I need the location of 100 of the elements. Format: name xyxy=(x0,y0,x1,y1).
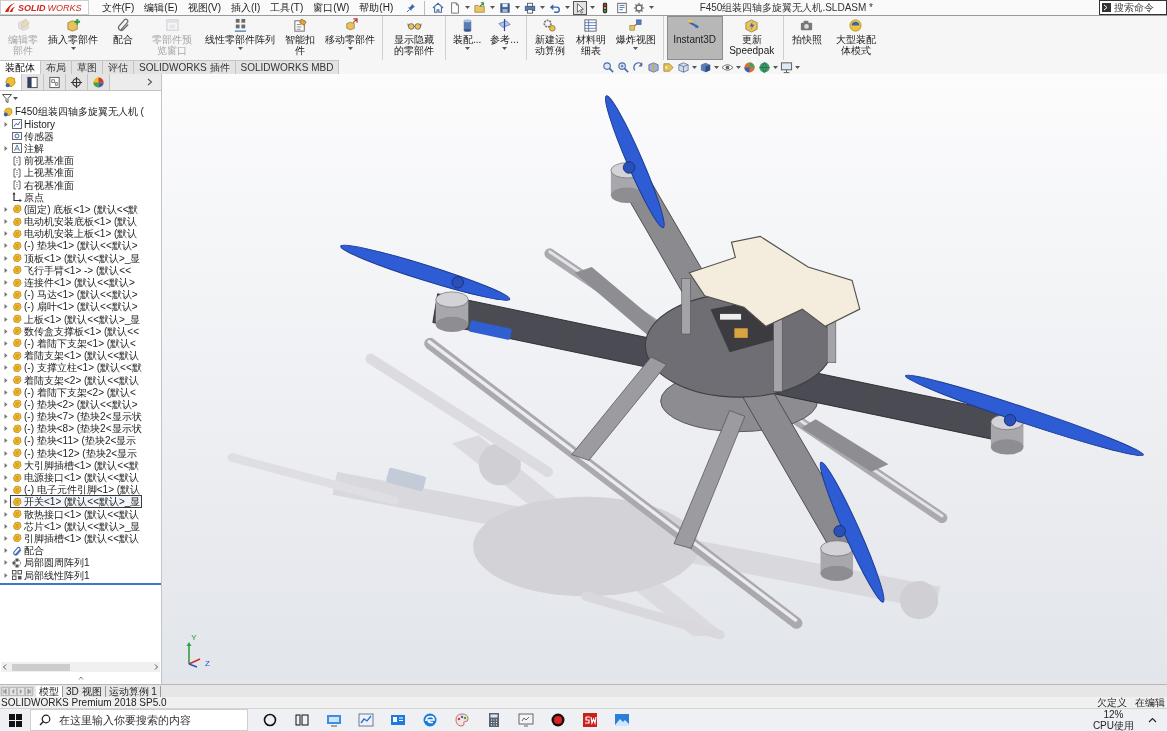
caret-icon[interactable] xyxy=(649,6,655,9)
tree-item[interactable]: 数传盒支撑板<1> (默认<< xyxy=(10,324,142,338)
caret-icon[interactable] xyxy=(490,6,496,9)
expand-arrow-icon[interactable] xyxy=(3,486,9,494)
menu-item[interactable]: 窗口(W) xyxy=(308,0,355,15)
toolbar-button[interactable]: 配合 xyxy=(103,16,143,60)
arrow-right-icon[interactable] xyxy=(17,686,25,696)
ribbon-tab[interactable]: 草图 xyxy=(72,60,103,74)
view-cube-icon[interactable] xyxy=(677,60,690,74)
expand-arrow-icon[interactable] xyxy=(3,559,9,567)
toolbar-button[interactable]: 参考... xyxy=(486,16,523,60)
tree-item[interactable]: (-) 电子元件引脚<1> (默认 xyxy=(10,483,143,497)
caret-icon[interactable] xyxy=(736,65,741,69)
printer-icon[interactable] xyxy=(523,0,538,15)
panel-tab[interactable] xyxy=(22,74,44,90)
tree-item[interactable]: 原点 xyxy=(10,190,46,204)
expand-arrow-icon[interactable] xyxy=(3,279,9,287)
expand-arrow-icon[interactable] xyxy=(3,303,9,311)
tree-item[interactable]: 配合 xyxy=(10,544,46,558)
chart-window-icon[interactable] xyxy=(358,712,374,728)
caret-icon[interactable] xyxy=(773,65,778,69)
tree-item[interactable]: 顶板<1> (默认<<默认>_显 xyxy=(10,251,143,265)
ribbon-tab[interactable]: SOLIDWORKS MBD xyxy=(235,60,340,74)
toolbar-button[interactable]: 移动零部件 xyxy=(321,16,379,60)
scroll-left-icon[interactable] xyxy=(1,663,9,671)
expand-arrow-icon[interactable] xyxy=(3,291,9,299)
tree-item[interactable]: 引脚插槽<1> (默认<<默认 xyxy=(10,531,142,545)
tree-item[interactable]: 上视基准面 xyxy=(10,166,76,180)
tree-item[interactable]: 着陆支架<1> (默认<<默认 xyxy=(10,349,142,363)
expand-arrow-icon[interactable] xyxy=(3,388,9,396)
id-card-icon[interactable] xyxy=(390,712,406,728)
tree-item[interactable]: (-) 着陆下支架<2> (默认< xyxy=(10,385,138,399)
toolbar-button[interactable]: 新建运动算例 xyxy=(529,16,570,60)
caret-icon[interactable] xyxy=(70,47,76,50)
start-icon[interactable] xyxy=(8,713,22,727)
menu-item[interactable]: 帮助(H) xyxy=(354,0,399,15)
ribbon-tab[interactable]: SOLIDWORKS 插件 xyxy=(134,60,236,74)
calculator-icon[interactable] xyxy=(486,712,502,728)
globe-icon[interactable] xyxy=(758,60,771,74)
tree-item[interactable]: History xyxy=(10,117,58,131)
tree-item[interactable]: 上板<1> (默认<<默认>_显 xyxy=(10,312,143,326)
toolbar-button[interactable]: Instant3D xyxy=(666,16,723,60)
expand-arrow-icon[interactable] xyxy=(3,413,9,421)
toolbar-button[interactable]: 插入零部件 xyxy=(44,16,102,60)
expand-arrow-icon[interactable] xyxy=(3,522,9,530)
expand-arrow-icon[interactable] xyxy=(3,242,9,250)
ribbon-tab[interactable]: 布局 xyxy=(41,60,72,74)
tree-item[interactable]: 注解 xyxy=(10,141,46,155)
tree-item[interactable]: F450组装四轴多旋翼无人机 ( xyxy=(1,105,146,118)
expand-arrow-icon[interactable] xyxy=(3,510,9,518)
expand-arrow-icon[interactable] xyxy=(3,230,9,238)
expand-arrow-icon[interactable] xyxy=(3,400,9,408)
caret-icon[interactable] xyxy=(795,65,800,69)
palette-icon[interactable] xyxy=(454,712,470,728)
expand-arrow-icon[interactable] xyxy=(3,547,9,555)
document-list-icon[interactable] xyxy=(615,0,630,15)
arrow-left-icon[interactable] xyxy=(9,686,17,696)
sheet-tab[interactable]: 模型 xyxy=(36,685,63,697)
expand-arrow-icon[interactable] xyxy=(3,571,9,579)
panel-tab[interactable] xyxy=(0,74,22,90)
filter-icon[interactable] xyxy=(2,93,12,103)
tree-item[interactable]: 传感器 xyxy=(10,129,56,143)
menu-item[interactable]: 工具(T) xyxy=(265,0,309,15)
home-icon[interactable] xyxy=(431,0,446,15)
tree-item[interactable]: 电动机安装上板<1> (默认 xyxy=(10,227,140,241)
tree-item[interactable]: 电动机安装底板<1> (默认 xyxy=(10,215,140,229)
photo-icon[interactable] xyxy=(614,712,630,728)
tree-item[interactable]: (-) 垫块<1> (默认<<默认> xyxy=(10,239,140,253)
expand-arrow-icon[interactable] xyxy=(3,376,9,384)
panel-tab[interactable] xyxy=(44,74,66,90)
caret-icon[interactable] xyxy=(515,6,521,9)
caret-icon[interactable] xyxy=(714,65,719,69)
ribbon-tab[interactable]: 评估 xyxy=(103,60,134,74)
caret-icon[interactable] xyxy=(464,47,470,50)
tree-item[interactable]: (-) 垫块<11> (垫块2<显示 xyxy=(10,434,139,448)
chevron-right-icon[interactable] xyxy=(147,78,153,86)
expand-arrow-icon[interactable] xyxy=(3,205,9,213)
rollback-bar[interactable] xyxy=(0,583,161,586)
pin-icon[interactable] xyxy=(406,2,417,13)
monitor-icon[interactable] xyxy=(780,60,793,74)
tree-item[interactable]: 散热接口<1> (默认<<默认 xyxy=(10,507,142,521)
menu-item[interactable]: 文件(F) xyxy=(96,0,140,15)
tree-item[interactable]: 局部线性阵列1 xyxy=(10,568,92,582)
caret-icon[interactable] xyxy=(692,65,697,69)
caret-icon[interactable] xyxy=(465,6,471,9)
sheet-tab[interactable]: 3D 视图 xyxy=(63,685,106,697)
settings-icon[interactable] xyxy=(632,0,647,15)
tree-item[interactable]: 右视基准面 xyxy=(10,178,76,192)
panel-tab[interactable] xyxy=(66,74,88,90)
search-field[interactable]: 搜索命令 xyxy=(1099,0,1167,15)
expand-arrow-icon[interactable] xyxy=(3,461,9,469)
toolbar-button[interactable]: 线性零部件阵列 xyxy=(201,16,279,60)
tree-item[interactable]: 电源接口<1> (默认<<默认 xyxy=(10,471,142,485)
tree-item[interactable]: (-) 支撑立柱<1> (默认<<默 xyxy=(10,361,144,375)
caret-icon[interactable] xyxy=(347,47,353,50)
tree-item[interactable]: 前视基准面 xyxy=(10,154,76,168)
color-sphere-icon[interactable] xyxy=(743,60,756,74)
toolbar-button[interactable]: 材料明细表 xyxy=(570,16,611,60)
magnifier-plus-icon[interactable] xyxy=(617,60,630,74)
app-tile-icon[interactable] xyxy=(582,712,598,728)
